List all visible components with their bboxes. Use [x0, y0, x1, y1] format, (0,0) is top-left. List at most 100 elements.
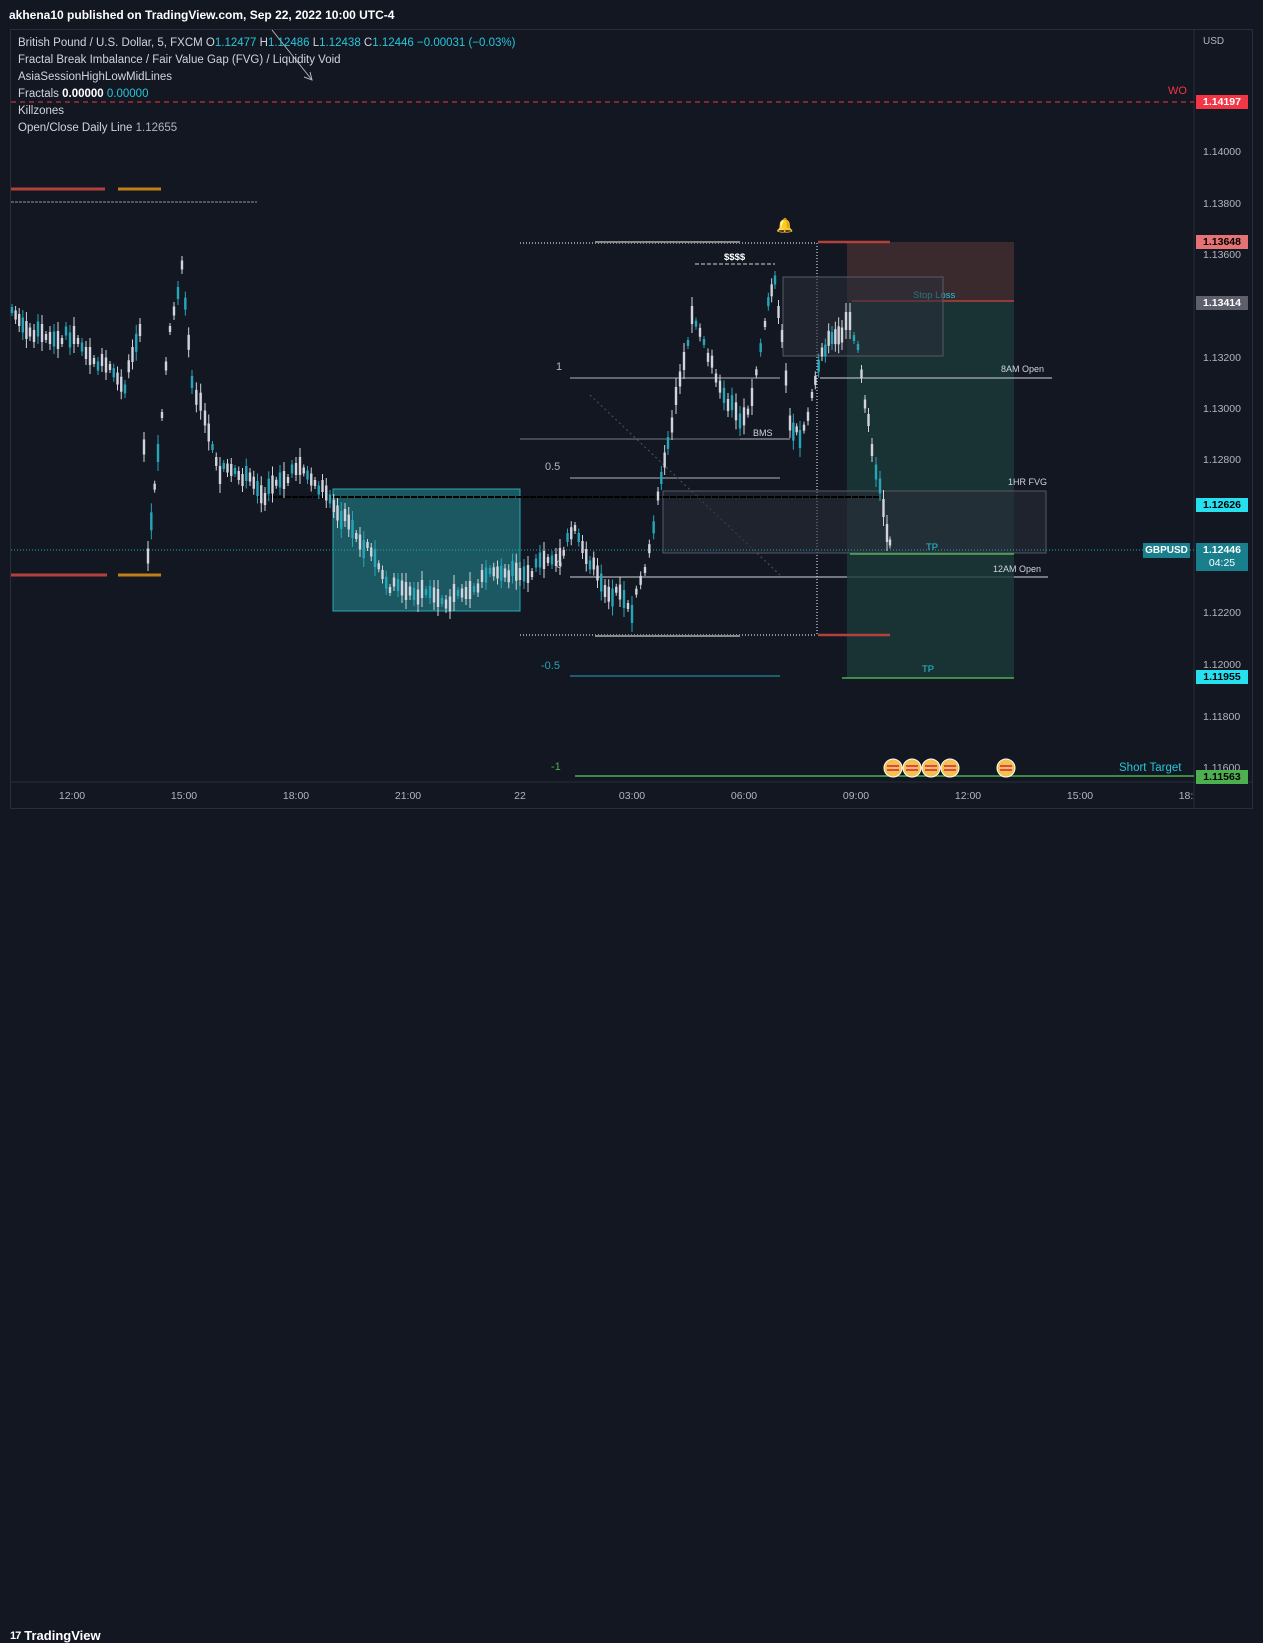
candle-body	[252, 476, 255, 489]
candle-body	[195, 389, 198, 405]
candle-body	[652, 521, 655, 534]
candle-body	[448, 596, 452, 612]
candle-body	[131, 347, 134, 362]
candle-body	[222, 463, 225, 469]
price-tick: 1.11800	[1203, 711, 1240, 723]
indicator-asia-session[interactable]: AsiaSessionHighLowMidLines	[18, 69, 515, 86]
candle-body	[788, 415, 792, 431]
candle-body	[678, 371, 682, 387]
tradingview-brand: TradingView	[24, 1628, 101, 1643]
candle-body	[392, 577, 396, 587]
candle-body	[172, 306, 176, 316]
candle-body	[286, 477, 290, 483]
short-target-label: Short Target	[1119, 762, 1182, 774]
candle-body	[562, 549, 565, 556]
alert-bell-icon[interactable]: 🔔	[776, 217, 793, 234]
candle-body	[456, 590, 460, 596]
candle-body	[492, 567, 495, 577]
candle-body	[336, 505, 339, 521]
candle-body	[160, 412, 164, 418]
candle-body	[373, 549, 377, 567]
candle-body	[256, 481, 259, 496]
candle-body	[444, 599, 448, 609]
candle-body	[503, 568, 507, 578]
bar-countdown: 04:25	[1208, 557, 1236, 569]
indicator-daily-line[interactable]: Open/Close Daily Line 1.12655	[18, 120, 515, 137]
candle-body	[199, 392, 202, 411]
candle-body	[844, 312, 848, 330]
candle-body	[856, 344, 860, 350]
candle-body	[611, 588, 614, 607]
candle-body	[104, 357, 108, 373]
candle-body	[138, 324, 142, 336]
reward-zone[interactable]	[847, 302, 1014, 678]
candle-body	[618, 584, 622, 600]
candle-body	[710, 355, 714, 368]
price-tick: 1.14000	[1203, 146, 1241, 158]
wo-label: WO	[1168, 85, 1187, 97]
candle-body	[282, 471, 286, 489]
candle-body	[428, 586, 432, 598]
candle-body	[302, 467, 305, 474]
fib-05: 0.5	[545, 461, 560, 473]
candle-body	[464, 587, 468, 599]
candle-body	[734, 402, 738, 421]
candle-body	[412, 588, 416, 600]
candle-body	[313, 480, 317, 486]
candle-body	[317, 485, 320, 495]
candle-body	[882, 499, 885, 517]
candle-body	[180, 260, 184, 270]
time-tick: 15:00	[171, 790, 197, 802]
candle-body	[56, 331, 60, 349]
candle-body	[21, 317, 24, 333]
candle-body	[362, 540, 365, 558]
indicator-killzones[interactable]: Killzones	[18, 103, 515, 120]
time-axis[interactable]: 12:00 15:00 18:00 21:00 22 03:00 06:00 0…	[59, 790, 1193, 802]
candle-body	[484, 567, 488, 583]
candle-body	[534, 558, 538, 568]
candle-body	[340, 511, 343, 529]
fib-m05: -0.5	[541, 660, 560, 672]
candle-body	[581, 541, 584, 553]
candle-body	[226, 463, 229, 473]
open-8am-label: 8AM Open	[1001, 364, 1044, 374]
time-tick: 03:00	[619, 790, 645, 802]
legend-symbol-line[interactable]: British Pound / U.S. Dollar, 5, FXCM O1.…	[18, 35, 515, 52]
candle-body	[215, 457, 218, 466]
bms-label: BMS	[753, 428, 773, 438]
candle-body	[554, 554, 558, 566]
candle-body	[28, 327, 32, 337]
high-value: 1.12486	[267, 37, 310, 49]
fvg-box-top[interactable]	[782, 276, 944, 357]
candle-body	[436, 589, 440, 607]
candle-body	[404, 582, 408, 600]
candle-body	[635, 588, 638, 595]
candle-body	[306, 470, 309, 480]
candle-body	[660, 472, 663, 484]
fvg-1hr-box[interactable]	[662, 490, 1047, 554]
fvg-1hr-label: 1HR FVG	[1008, 477, 1047, 487]
candle-body	[275, 479, 278, 486]
economic-events[interactable]	[883, 758, 1016, 778]
tradingview-logo-icon: 17	[10, 1629, 21, 1642]
tradingview-logo[interactable]: 17 TradingView	[10, 1628, 101, 1643]
candle-body	[759, 343, 762, 353]
candle-body	[511, 561, 514, 576]
price-tick: 1.13800	[1203, 198, 1241, 210]
indicator-fractals[interactable]: Fractals 0.00000 0.00000	[18, 86, 515, 103]
candle-body	[603, 585, 607, 597]
close-label: C	[363, 37, 373, 49]
candle-body	[750, 388, 754, 406]
candle-body	[432, 587, 436, 603]
candle-body	[639, 575, 642, 585]
candle-body	[558, 548, 562, 566]
candle-body	[834, 329, 837, 345]
candle-body	[867, 414, 870, 426]
candle-body	[366, 542, 369, 548]
indicator-fvg[interactable]: Fractal Break Imbalance / Fair Value Gap…	[18, 52, 515, 69]
us-flag-icon	[996, 758, 1016, 778]
candle-body	[546, 557, 550, 563]
fib-m1: -1	[551, 761, 561, 773]
candle-body	[123, 384, 127, 394]
time-tick: 22	[514, 790, 526, 802]
